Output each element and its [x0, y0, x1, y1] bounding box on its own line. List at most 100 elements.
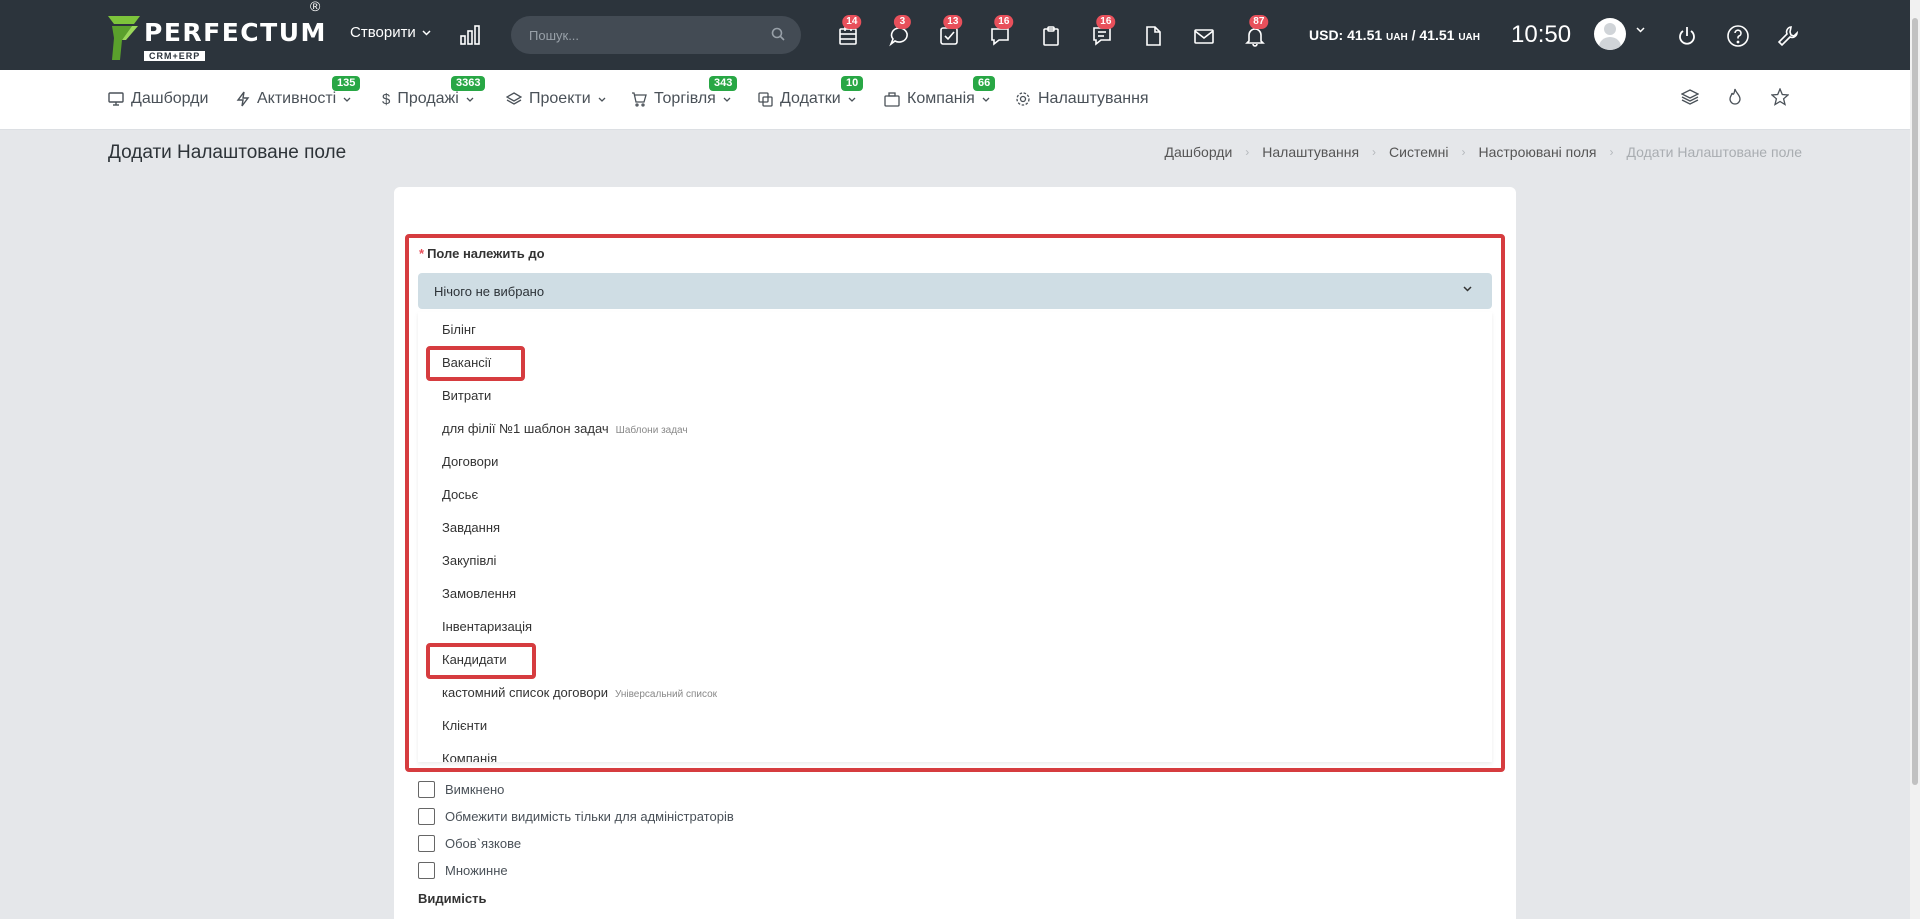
mail-icon[interactable]: [1190, 22, 1218, 50]
chevron-down-icon: [848, 97, 856, 102]
copy-icon: [758, 91, 773, 107]
page-title: Додати Налаштоване поле: [108, 142, 347, 163]
search-bar[interactable]: [511, 16, 801, 54]
cart-icon: [632, 92, 647, 107]
main-nav: Дашборди Активності 135 $ Продажі 3363 П…: [0, 70, 1910, 130]
checkbox-multiple[interactable]: Множинне: [418, 857, 734, 884]
monitor-icon: [108, 92, 124, 106]
layers-icon: [506, 92, 522, 105]
checkbox[interactable]: [418, 808, 435, 825]
chevron-down-icon[interactable]: [1636, 27, 1645, 33]
breadcrumb-item[interactable]: Налаштування: [1262, 144, 1359, 160]
nav-trade-badge: 343: [709, 76, 738, 91]
breadcrumb-item[interactable]: Системні: [1389, 144, 1448, 160]
tasks-icon[interactable]: 13: [935, 15, 963, 50]
checkbox-label: Вимкнено: [445, 782, 505, 797]
chevron-down-icon: [723, 97, 731, 102]
breadcrumb-separator-icon: ›: [1461, 145, 1466, 159]
wrench-icon[interactable]: [1774, 22, 1802, 50]
checkbox-label: Множинне: [445, 863, 508, 878]
notes-icon[interactable]: 16: [1088, 15, 1116, 50]
checkbox-label: Обов`язкове: [445, 836, 522, 851]
breadcrumb-separator-icon: ›: [1245, 145, 1250, 159]
logo-mark-icon: [108, 14, 140, 60]
checkbox-required[interactable]: Обов`язкове: [418, 830, 734, 857]
nav-company[interactable]: Компанія 66: [884, 76, 996, 108]
nav-activities-label: Активності: [257, 90, 337, 107]
chevron-down-icon: [422, 29, 431, 36]
breadcrumb-separator-icon: ›: [1609, 145, 1614, 159]
calendar-badge: 14: [842, 15, 862, 29]
page-scrollbar[interactable]: [1910, 0, 1920, 919]
logo[interactable]: PERFECTUM CRM+ERP: [108, 14, 327, 61]
search-input[interactable]: [529, 27, 759, 43]
scrollbar-thumb[interactable]: [1912, 18, 1918, 785]
nav-addons-badge: 10: [841, 76, 864, 91]
checkbox-admin-only[interactable]: Обмежити видимість тільки для адміністра…: [418, 803, 734, 830]
calendar-icon[interactable]: 14: [834, 15, 862, 50]
gear-icon: [1016, 92, 1030, 106]
checkbox-disabled[interactable]: Вимкнено: [418, 776, 734, 803]
chevron-down-icon: [466, 97, 474, 102]
dollar-icon: $: [382, 90, 391, 108]
nav-activities[interactable]: Активності 135: [236, 76, 361, 108]
chevron-down-icon: [343, 97, 351, 102]
tasks-badge: 13: [943, 15, 963, 29]
clock: 10:50: [1511, 21, 1572, 48]
messages-badge: 16: [994, 15, 1014, 29]
breadcrumb-item[interactable]: Дашборди: [1165, 144, 1233, 160]
breadcrumb-separator-icon: ›: [1372, 145, 1377, 159]
currency-value: USD: 41.51: [1309, 27, 1383, 43]
chat-icon[interactable]: 3: [885, 15, 913, 50]
bell-icon[interactable]: 87: [1241, 15, 1269, 50]
nav-settings-label: Налаштування: [1038, 90, 1149, 107]
briefcase-icon: [884, 91, 900, 107]
checkbox[interactable]: [418, 835, 435, 852]
options-checkbox-group: Вимкнено Обмежити видимість тільки для а…: [418, 776, 734, 884]
nav-activities-badge: 135: [332, 76, 361, 91]
nav-sales-label: Продажі: [397, 90, 459, 107]
currency-unit-2: UAH: [1458, 32, 1480, 43]
top-bar: PERFECTUM CRM+ERP ® Створити 14 3 13 16 …: [0, 0, 1910, 70]
chevron-down-icon: [598, 97, 606, 102]
breadcrumb: Дашборди › Налаштування › Системні › Нас…: [1165, 144, 1802, 160]
nav-sales[interactable]: $ Продажі 3363: [382, 76, 486, 108]
nav-addons-label: Додатки: [780, 90, 841, 107]
visibility-label: Видимість: [418, 891, 487, 906]
checkbox[interactable]: [418, 781, 435, 798]
nav-projects[interactable]: Проекти: [506, 90, 606, 108]
layers-toggle-icon[interactable]: [1680, 88, 1700, 109]
create-button[interactable]: Створити: [350, 24, 431, 41]
chevron-down-icon: [982, 97, 990, 102]
nav-projects-label: Проекти: [529, 90, 591, 107]
chart-icon[interactable]: [459, 25, 481, 48]
nav-settings[interactable]: Налаштування: [1015, 90, 1149, 108]
logo-registered-mark: ®: [310, 0, 321, 14]
breadcrumb-item[interactable]: Настроювані поля: [1479, 144, 1597, 160]
checkbox[interactable]: [418, 862, 435, 879]
currency-separator: / 41.51: [1407, 27, 1455, 43]
avatar[interactable]: [1594, 18, 1626, 50]
breadcrumb-current: Додати Налаштоване поле: [1626, 144, 1803, 160]
nav-trade[interactable]: Торгівля 343: [631, 76, 738, 108]
chat-badge: 3: [893, 15, 911, 29]
nav-sales-badge: 3363: [451, 76, 486, 91]
highlight-box-field: [405, 234, 1505, 772]
bell-badge: 87: [1249, 15, 1269, 29]
star-icon[interactable]: [1770, 87, 1790, 109]
document-icon[interactable]: [1139, 22, 1167, 50]
search-icon[interactable]: [771, 27, 785, 41]
currency-unit-1: UAH: [1386, 32, 1408, 43]
clipboard-icon[interactable]: [1037, 22, 1065, 50]
lightning-icon: [236, 91, 250, 107]
messages-icon[interactable]: 16: [986, 15, 1014, 50]
help-icon[interactable]: [1724, 22, 1752, 50]
notes-badge: 16: [1096, 15, 1116, 29]
power-icon[interactable]: [1673, 22, 1701, 50]
nav-trade-label: Торгівля: [654, 90, 716, 107]
checkbox-label: Обмежити видимість тільки для адміністра…: [445, 809, 734, 824]
create-label: Створити: [350, 24, 416, 41]
fire-icon[interactable]: [1726, 88, 1744, 109]
nav-dashboards[interactable]: Дашборди: [108, 90, 208, 108]
nav-addons[interactable]: Додатки 10: [758, 76, 864, 108]
